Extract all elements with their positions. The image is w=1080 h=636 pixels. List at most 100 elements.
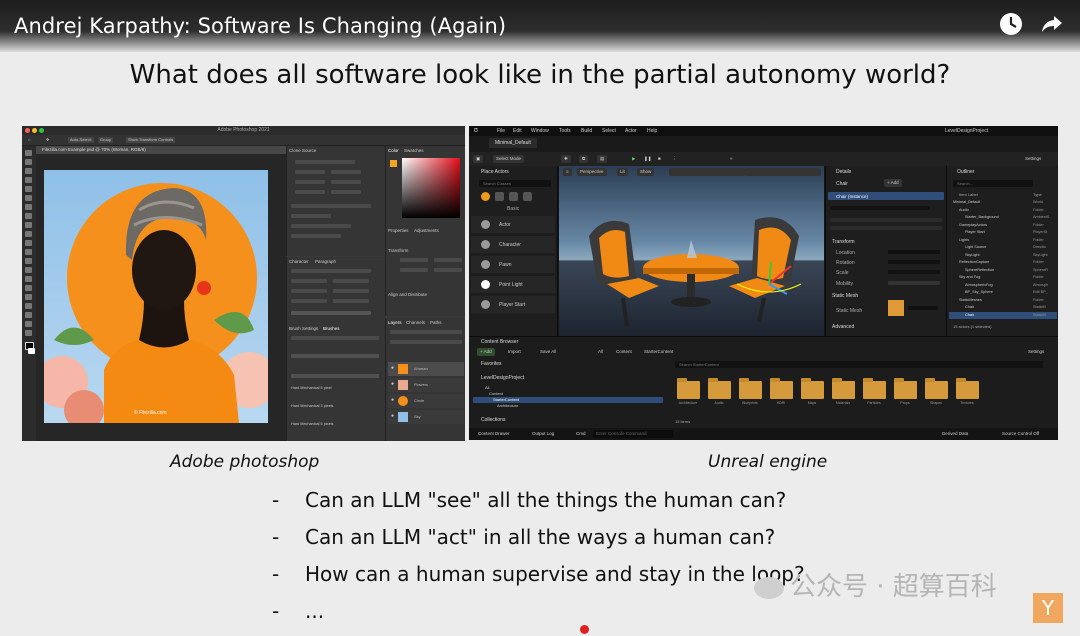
collections-section[interactable]: Collections [481, 417, 505, 423]
color-picker-field[interactable] [402, 158, 460, 218]
outliner-title[interactable]: Outliner [957, 169, 975, 175]
outliner-row[interactable]: AtmosphericFog Atmosph [949, 282, 1057, 289]
foreground-swatch[interactable] [390, 160, 397, 167]
eye-icon[interactable]: ● [391, 397, 394, 403]
save-icon[interactable]: ▣ [473, 155, 484, 163]
more-icon[interactable]: » [727, 155, 736, 163]
cinematics-icon[interactable]: ▤ [597, 155, 608, 163]
paragraph-tab[interactable]: Paragraph [315, 259, 336, 264]
menu-edit[interactable]: Edit [513, 128, 522, 134]
outliner-row[interactable]: Chair StaticM [949, 311, 1057, 319]
clone-source-heading[interactable]: Clone Source [289, 148, 316, 153]
place-actors-title[interactable]: Place Actors [481, 169, 509, 175]
layer-row[interactable]: ● Circle [388, 394, 464, 408]
project-section[interactable]: LevelDesignProject [481, 375, 524, 381]
video-title[interactable]: Andrej Karpathy: Software Is Changing (A… [14, 14, 506, 38]
frame-tool-icon[interactable] [25, 195, 32, 201]
outliner-row[interactable]: Player Start PlayerSt [949, 229, 1057, 236]
eye-icon[interactable]: ● [391, 413, 394, 419]
place-actor-item[interactable]: Character [471, 236, 555, 253]
place-actor-item[interactable]: Player Start [471, 296, 555, 313]
adjustments-tab[interactable]: Adjustments [414, 228, 439, 233]
eye-icon[interactable]: ● [391, 365, 394, 371]
eraser-tool-icon[interactable] [25, 249, 32, 255]
settings-button[interactable]: Settings [1022, 155, 1044, 163]
basic-icon[interactable] [495, 192, 504, 201]
outliner-row[interactable]: Light Source Directio [949, 244, 1057, 251]
import-button[interactable]: Import [505, 348, 524, 356]
details-filter-tabs[interactable] [830, 226, 942, 230]
menu-tools[interactable]: Tools [559, 128, 571, 134]
output-log-button[interactable]: Output Log [529, 430, 557, 438]
background-color-swatch[interactable] [28, 348, 35, 354]
blueprint-icon[interactable]: ⧉ [579, 155, 589, 163]
folder-icon[interactable] [677, 378, 700, 399]
level-tab[interactable]: Minimal_Default [489, 138, 537, 148]
transform-section[interactable]: Transform [832, 239, 855, 245]
hand-tool-icon[interactable] [25, 321, 32, 327]
instance-row[interactable]: Chair (Instance) [828, 192, 944, 200]
type-header[interactable]: Type [1033, 192, 1042, 197]
outliner-row[interactable]: GameplayActors Folder [949, 222, 1057, 229]
menu-window[interactable]: Window [531, 128, 549, 134]
mesh-thumbnail[interactable] [888, 300, 904, 316]
brush-tool-icon[interactable] [25, 222, 32, 228]
add-content-icon[interactable]: ✚ [561, 155, 571, 163]
menu-build[interactable]: Build [581, 128, 592, 134]
move-tool-icon[interactable] [25, 150, 32, 156]
source-control-button[interactable]: Source Control Off [999, 430, 1042, 438]
ue-viewport[interactable]: ≡ Perspective Lit Show [559, 166, 824, 336]
place-actor-item[interactable]: Pawn [471, 256, 555, 273]
static-mesh-section[interactable]: Static Mesh [832, 293, 858, 299]
derived-data-button[interactable]: Derived Data [939, 430, 971, 438]
details-search[interactable] [830, 206, 930, 210]
folder-icon[interactable] [708, 378, 731, 399]
select-tool-icon[interactable] [25, 177, 32, 183]
video-progress-handle[interactable] [580, 625, 589, 634]
menu-help[interactable]: Help [647, 128, 657, 134]
layers-tab[interactable]: Layers [388, 320, 402, 325]
recent-icon[interactable] [481, 192, 490, 201]
folder-icon[interactable] [739, 378, 762, 399]
brush-item[interactable]: Hard Mechanical 5 pixel [291, 386, 332, 390]
brushes-tab[interactable]: Brushes [323, 326, 340, 331]
add-component-button[interactable]: + Add [884, 179, 902, 187]
layer-name[interactable]: Woman [414, 366, 428, 371]
outliner-row[interactable]: Lights Folder [949, 237, 1057, 244]
layer-name[interactable]: Sky [414, 414, 421, 419]
path-select-icon[interactable] [25, 303, 32, 309]
place-actor-item[interactable]: Point Light [471, 276, 555, 293]
outliner-row[interactable]: SphereReflection SphereR [949, 267, 1057, 274]
color-tab[interactable]: Color [388, 148, 399, 153]
outliner-row[interactable]: Sky and Fog Folder [949, 274, 1057, 281]
outliner-search[interactable]: Search... [953, 180, 1033, 187]
dodge-tool-icon[interactable] [25, 276, 32, 282]
crop-tool-icon[interactable] [25, 186, 32, 192]
location-fields[interactable] [888, 250, 940, 254]
mobility-toggle[interactable] [888, 281, 940, 285]
watch-later-icon[interactable] [999, 12, 1025, 38]
content-drawer-button[interactable]: Content Drawer [475, 430, 513, 438]
swatches-tab[interactable]: Swatches [404, 148, 424, 153]
ps-artwork-canvas[interactable]: © Filezilla.com [44, 170, 268, 423]
tree-item[interactable]: Content [489, 391, 503, 396]
outliner-row[interactable]: StaticMeshes Folder [949, 297, 1057, 304]
folder-icon[interactable] [894, 378, 917, 399]
type-tool-icon[interactable] [25, 294, 32, 300]
brush-item[interactable]: Hard Mechanical 3 pixels [291, 404, 333, 408]
brush-settings-tab[interactable]: Brush Settings [289, 326, 318, 331]
details-filter-tabs[interactable] [830, 218, 942, 222]
gradient-tool-icon[interactable] [25, 258, 32, 264]
eyedropper-tool-icon[interactable] [25, 204, 32, 210]
group-select[interactable]: Group [98, 137, 114, 143]
eye-icon[interactable]: ● [391, 381, 394, 387]
outliner-row[interactable]: Starter_Background AmbientS [949, 214, 1057, 221]
select-mode-dropdown[interactable]: Select Mode [493, 155, 525, 163]
tree-item[interactable]: StarterContent [493, 397, 519, 402]
favorites-section[interactable]: Favorites [481, 361, 502, 367]
blur-tool-icon[interactable] [25, 267, 32, 273]
pen-tool-icon[interactable] [25, 285, 32, 291]
content-settings-button[interactable]: Settings [1025, 348, 1047, 356]
details-title[interactable]: Details [836, 169, 851, 175]
content-search[interactable]: Search StarterContent [675, 361, 1043, 368]
